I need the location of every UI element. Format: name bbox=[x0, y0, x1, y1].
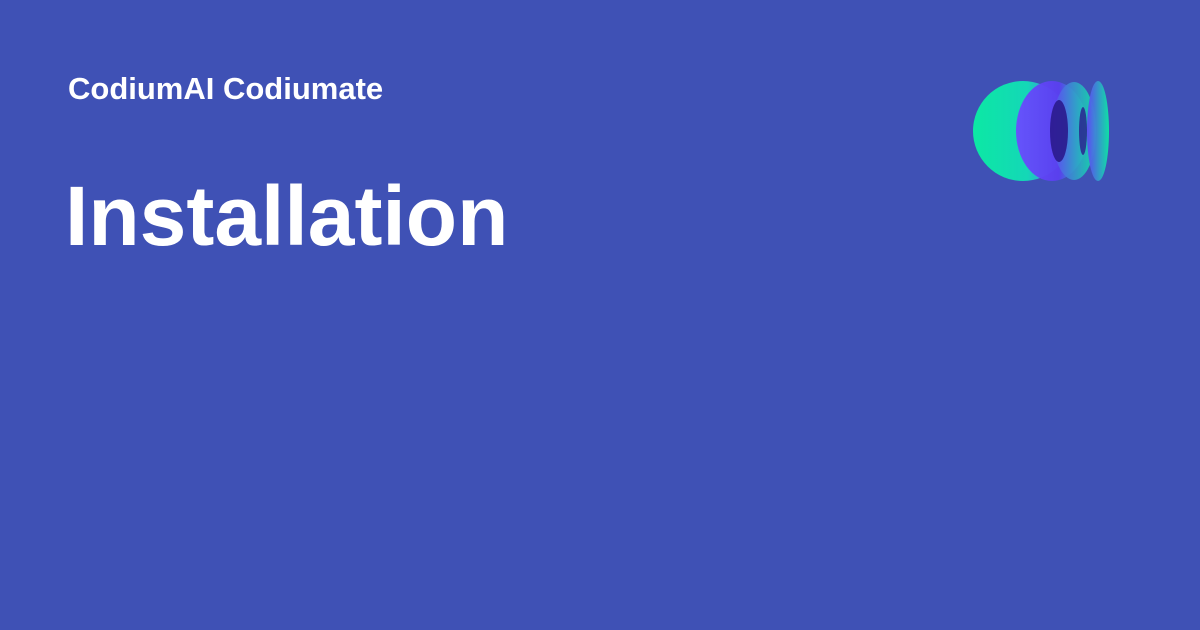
codiumai-logo-icon bbox=[966, 74, 1126, 190]
logo-overlap-1 bbox=[1050, 100, 1068, 162]
social-card: CodiumAI Codiumate Installation bbox=[0, 0, 1200, 630]
logo-overlap-2 bbox=[1079, 107, 1087, 155]
logo-svg bbox=[973, 81, 1109, 181]
site-name: CodiumAI Codiumate bbox=[68, 71, 384, 106]
logo-disc-4 bbox=[1087, 81, 1109, 181]
page-title: Installation bbox=[65, 169, 509, 263]
